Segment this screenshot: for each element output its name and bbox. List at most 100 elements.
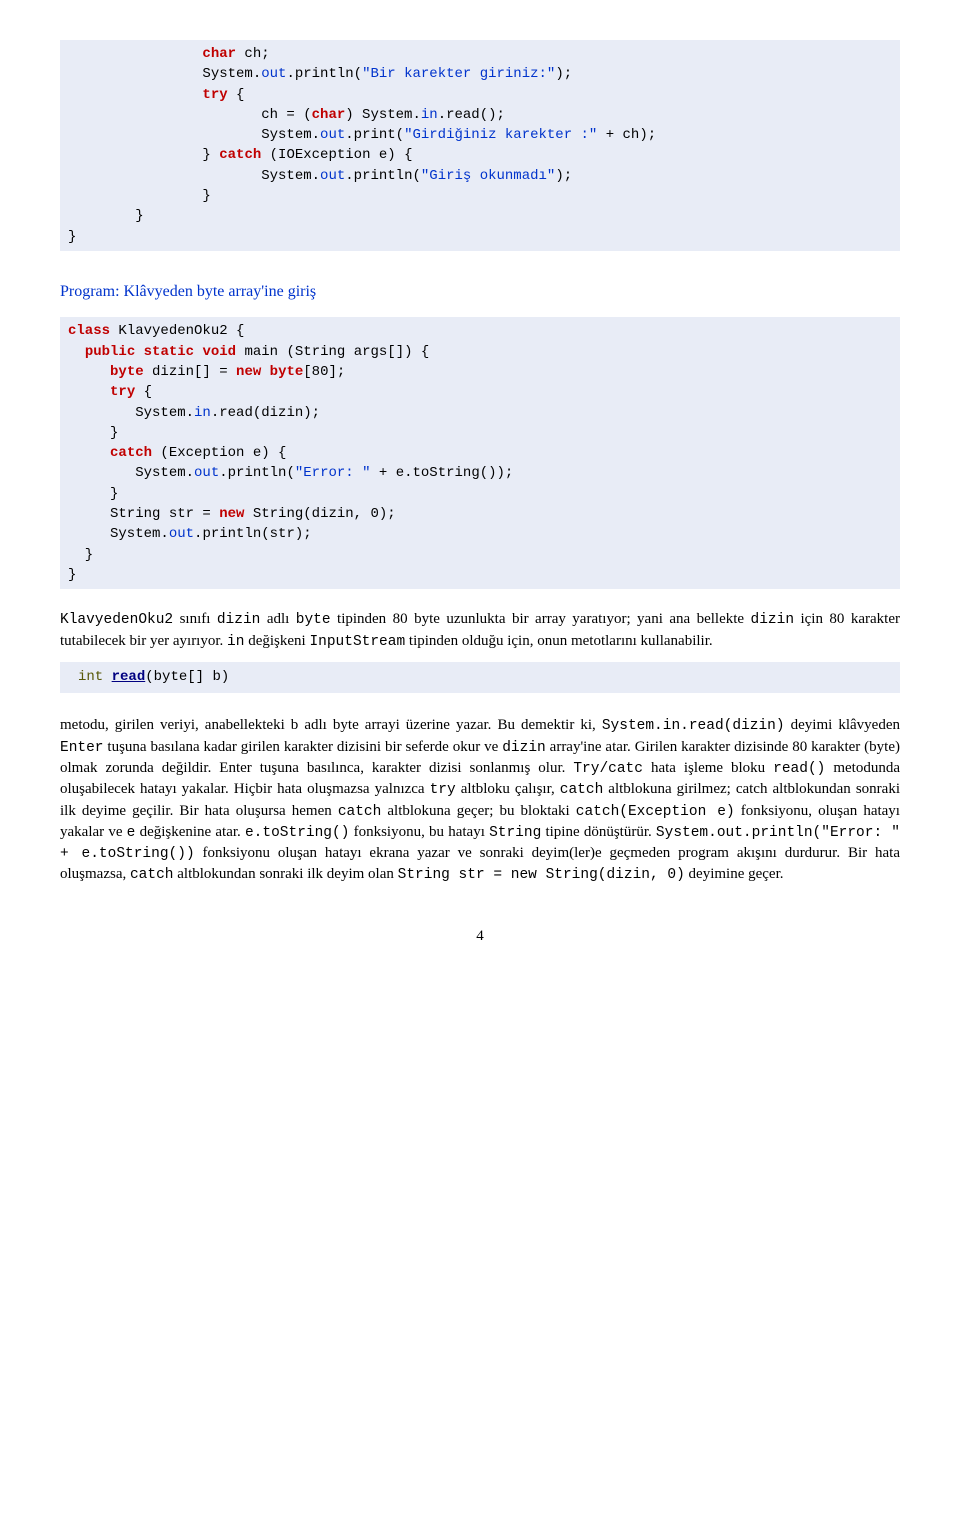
- keyword-catch: catch: [110, 445, 152, 461]
- keyword-byte: byte: [270, 364, 304, 380]
- code-text: String(dizin, 0);: [244, 506, 395, 522]
- body-text: değişkenine atar.: [135, 824, 245, 840]
- string-literal: "Error: ": [295, 465, 371, 481]
- code-catch: catch: [560, 782, 604, 798]
- code-read: read(): [773, 761, 825, 777]
- body-text: fonksiyonu, bu hatayı: [349, 824, 489, 840]
- string-literal: "Bir karekter giriniz:": [362, 66, 555, 82]
- space: [103, 669, 111, 685]
- code-catch: catch: [338, 804, 382, 820]
- code-block-1: char ch; System.out.println("Bir karekte…: [60, 40, 900, 251]
- string-literal: "Giriş okunmadı": [421, 168, 555, 184]
- keyword-static: static: [144, 344, 194, 360]
- code-text: .println(: [286, 66, 362, 82]
- indent: [68, 344, 85, 360]
- keyword-char: char: [312, 107, 346, 123]
- code-text: + e.toString());: [371, 465, 514, 481]
- paragraph-2: metodu, girilen veriyi, anabellekteki b …: [60, 715, 900, 885]
- method-read-link[interactable]: read: [112, 669, 146, 685]
- code-text: dizin[] =: [144, 364, 236, 380]
- code-text: .read(dizin);: [211, 405, 320, 421]
- code-catch-exception: catch(Exception e): [576, 804, 735, 820]
- key-enter: Enter: [60, 740, 104, 756]
- body-text: tuşuna basılana kadar girilen karakter d…: [104, 739, 503, 755]
- code-text: ch;: [236, 46, 270, 62]
- code-text: System.: [68, 465, 194, 481]
- page-number: 4: [60, 926, 900, 947]
- string-literal: "Girdiğiniz karekter :": [404, 127, 597, 143]
- keyword-byte: byte: [110, 364, 144, 380]
- body-text: metodu, girilen veriyi, anabellekteki b …: [60, 717, 602, 733]
- code-tostring: e.toString(): [245, 825, 349, 841]
- body-text: sınıfı: [173, 611, 217, 627]
- method-signature: int read(byte[] b): [60, 662, 900, 694]
- indent: [68, 445, 110, 461]
- type-string: String: [489, 825, 541, 841]
- code-text: .println(: [219, 465, 295, 481]
- code-text: .read();: [438, 107, 505, 123]
- body-text: değişkeni: [244, 633, 309, 649]
- code-text: }: [68, 425, 118, 441]
- keyword-public: public: [85, 344, 135, 360]
- body-text: tipinden 80 byte uzunlukta bir array yar…: [331, 611, 751, 627]
- code-string-new: String str = new String(dizin, 0): [398, 867, 685, 883]
- code-text: .println(: [345, 168, 421, 184]
- body-text: deyimine geçer.: [685, 866, 784, 882]
- code-text: System.: [68, 526, 169, 542]
- field-out: out: [261, 66, 286, 82]
- field-out: out: [169, 526, 194, 542]
- code-expr: System.in.read(dizin): [602, 718, 785, 734]
- body-text: deyimi klâvyeden: [785, 717, 900, 733]
- classname: KlavyedenOku2: [60, 612, 173, 628]
- code-text: }: [68, 486, 118, 502]
- keyword-char: char: [202, 46, 236, 62]
- code-text: (Exception e) {: [152, 445, 286, 461]
- field-in: in: [421, 107, 438, 123]
- code-text: );: [555, 66, 572, 82]
- code-text: }: [68, 229, 76, 245]
- keyword-catch: catch: [219, 147, 261, 163]
- body-text: tipinden olduğu için, onun metotlarını k…: [405, 633, 712, 649]
- code-text: ) System.: [345, 107, 421, 123]
- type-inputstream: InputStream: [309, 634, 405, 650]
- code-text: }: [68, 567, 76, 583]
- body-text: altblokuna geçer; bu bloktaki: [381, 803, 575, 819]
- code-text: }: [68, 147, 219, 163]
- code-text: }: [68, 547, 93, 563]
- code-text: }: [68, 208, 144, 224]
- keyword-new: new: [219, 506, 244, 522]
- body-text: hata işleme bloku: [643, 760, 773, 776]
- paragraph-1: KlavyedenOku2 sınıfı dizin adlı byte tip…: [60, 609, 900, 652]
- code-catch: catch: [130, 867, 174, 883]
- code-text: System.: [68, 405, 194, 421]
- var-dizin: dizin: [217, 612, 261, 628]
- indent: [68, 46, 202, 62]
- keyword-void: void: [202, 344, 236, 360]
- var-in: in: [227, 634, 244, 650]
- keyword-int: int: [78, 669, 103, 685]
- keyword-try: try: [110, 384, 135, 400]
- code-text: System.: [68, 127, 320, 143]
- code-text: );: [555, 168, 572, 184]
- code-text: main (String args[]) {: [236, 344, 429, 360]
- code-text: {: [135, 384, 152, 400]
- field-out: out: [320, 168, 345, 184]
- keyword-try: try: [202, 87, 227, 103]
- code-text: + ch);: [597, 127, 656, 143]
- field-out: out: [320, 127, 345, 143]
- body-text: tipine dönüştürür.: [541, 824, 656, 840]
- code-text: }: [68, 188, 211, 204]
- keyword-new: new: [236, 364, 261, 380]
- indent: [68, 364, 110, 380]
- field-out: out: [194, 465, 219, 481]
- body-text: altblokundan sonraki ilk deyim olan: [174, 866, 398, 882]
- code-text: {: [228, 87, 245, 103]
- code-text: KlavyedenOku2 {: [110, 323, 244, 339]
- code-text: .print(: [345, 127, 404, 143]
- code-text: [135, 344, 143, 360]
- indent: [68, 384, 110, 400]
- code-try-catch: Try/catc: [573, 761, 643, 777]
- section-title: Program: Klâvyeden byte array'ine giriş: [60, 281, 900, 303]
- code-text: [80];: [303, 364, 345, 380]
- code-text: [261, 364, 269, 380]
